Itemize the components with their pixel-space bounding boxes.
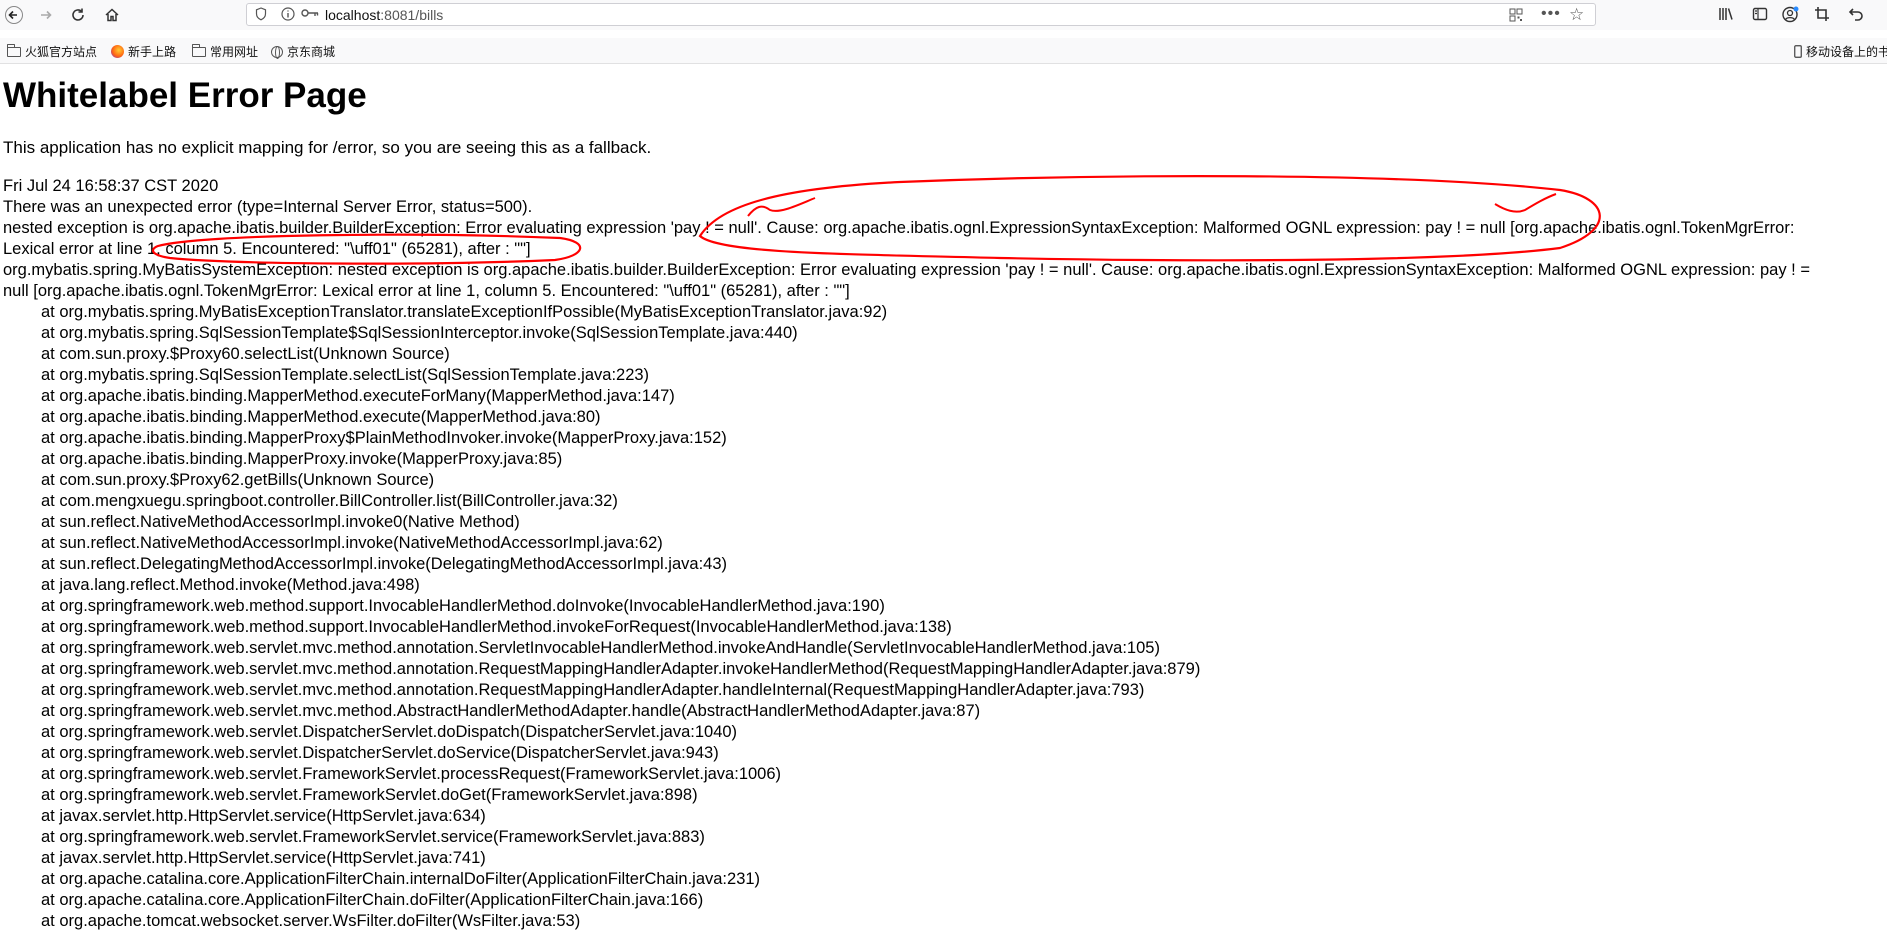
error-type: There was an unexpected error (type=Inte…	[3, 198, 533, 216]
firefox-icon	[111, 45, 124, 58]
stack-frame: at org.mybatis.spring.SqlSessionTemplate…	[41, 366, 650, 384]
stack-frame: at sun.reflect.NativeMethodAccessorImpl.…	[41, 513, 520, 531]
stack-frame: at org.springframework.web.method.suppor…	[41, 597, 885, 615]
stack-frame: at org.springframework.web.servlet.Frame…	[41, 765, 782, 783]
nested-exception-line-1: nested exception is org.apache.ibatis.bu…	[3, 219, 1795, 237]
stack-frame: at com.sun.proxy.$Proxy62.getBills(Unkno…	[41, 471, 435, 489]
more-dots-icon[interactable]: •••	[1541, 5, 1561, 23]
stack-frame: at org.springframework.web.servlet.mvc.m…	[41, 660, 1201, 678]
browser-toolbar: localhost:8081/bills ••• ☆	[0, 0, 1887, 30]
error-timestamp: Fri Jul 24 16:58:37 CST 2020	[3, 177, 219, 195]
stack-frame: at org.springframework.web.servlet.Frame…	[41, 828, 705, 846]
crop-icon[interactable]	[1814, 6, 1830, 26]
error-details: Fri Jul 24 16:58:37 CST 2020 There was a…	[3, 176, 1887, 932]
mobile-bookmarks[interactable]: 移动设备上的书	[1794, 43, 1887, 60]
stack-frame: at org.springframework.web.method.suppor…	[41, 618, 952, 636]
library-icon[interactable]	[1718, 6, 1734, 26]
sidebar-icon[interactable]	[1752, 6, 1768, 26]
system-exception-line-2: null [org.apache.ibatis.ognl.TokenMgrErr…	[3, 282, 850, 300]
account-icon[interactable]	[1782, 6, 1799, 27]
stack-frame: at org.apache.ibatis.binding.MapperProxy…	[41, 429, 727, 447]
fallback-message: This application has no explicit mapping…	[3, 138, 652, 157]
shield-icon[interactable]	[255, 7, 267, 24]
bookmark-item[interactable]: 京东商城	[271, 43, 335, 60]
home-icon[interactable]	[100, 3, 124, 27]
url-text[interactable]: localhost:8081/bills	[325, 7, 443, 23]
globe-icon	[271, 45, 283, 59]
stack-frame: at org.apache.ibatis.binding.MapperMetho…	[41, 408, 601, 426]
stack-frame: at com.sun.proxy.$Proxy60.selectList(Unk…	[41, 345, 450, 363]
key-icon[interactable]	[301, 7, 319, 22]
stack-frame: at org.apache.tomcat.websocket.server.Ws…	[41, 912, 581, 930]
bookmark-item[interactable]: 新手上路	[111, 43, 176, 60]
stack-frame: at org.mybatis.spring.SqlSessionTemplate…	[41, 324, 798, 342]
system-exception-line-1: org.mybatis.spring.MyBatisSystemExceptio…	[3, 261, 1810, 279]
info-icon[interactable]	[281, 7, 295, 24]
undo-icon[interactable]	[1848, 6, 1864, 26]
stack-frame: at org.springframework.web.servlet.mvc.m…	[41, 702, 981, 720]
stack-trace: at org.mybatis.spring.MyBatisExceptionTr…	[3, 302, 1887, 932]
bookmark-item[interactable]: 常用网址	[191, 43, 258, 60]
bookmark-star-icon[interactable]: ☆	[1569, 5, 1584, 25]
url-bar[interactable]: localhost:8081/bills ••• ☆	[246, 3, 1596, 26]
folder-icon	[191, 43, 206, 57]
nested-exception-line-2: Lexical error at line 1, column 5. Encou…	[3, 240, 531, 258]
stack-frame: at com.mengxuegu.springboot.controller.B…	[41, 492, 618, 510]
stack-frame: at sun.reflect.DelegatingMethodAccessorI…	[41, 555, 728, 573]
qr-code-icon[interactable]	[1509, 8, 1523, 25]
stack-frame: at org.apache.ibatis.binding.MapperProxy…	[41, 450, 563, 468]
stack-frame: at org.apache.catalina.core.ApplicationF…	[41, 891, 704, 909]
stack-frame: at org.mybatis.spring.MyBatisExceptionTr…	[41, 303, 888, 321]
back-arrow-icon[interactable]	[2, 3, 26, 27]
folder-icon	[6, 43, 21, 57]
stack-frame: at org.apache.ibatis.binding.MapperMetho…	[41, 387, 675, 405]
bookmarks-bar: 火狐官方站点 新手上路 常用网址 京东商城 移动设备上的书	[0, 38, 1887, 64]
stack-frame: at org.springframework.web.servlet.Frame…	[41, 786, 698, 804]
forward-arrow-icon[interactable]	[34, 3, 58, 27]
stack-frame: at org.apache.catalina.core.ApplicationF…	[41, 870, 761, 888]
page-title: Whitelabel Error Page	[3, 76, 367, 115]
reload-icon[interactable]	[66, 3, 90, 27]
stack-frame: at java.lang.reflect.Method.invoke(Metho…	[41, 576, 420, 594]
stack-frame: at org.springframework.web.servlet.Dispa…	[41, 723, 738, 741]
stack-frame: at org.springframework.web.servlet.mvc.m…	[41, 681, 1145, 699]
mobile-device-icon	[1794, 45, 1802, 58]
stack-frame: at org.springframework.web.servlet.Dispa…	[41, 744, 719, 762]
bookmark-item[interactable]: 火狐官方站点	[6, 43, 97, 60]
stack-frame: at javax.servlet.http.HttpServlet.servic…	[41, 849, 486, 867]
page-content: Whitelabel Error Page This application h…	[3, 76, 1883, 930]
stack-frame: at javax.servlet.http.HttpServlet.servic…	[41, 807, 486, 825]
stack-frame: at sun.reflect.NativeMethodAccessorImpl.…	[41, 534, 663, 552]
stack-frame: at org.springframework.web.servlet.mvc.m…	[41, 639, 1160, 657]
